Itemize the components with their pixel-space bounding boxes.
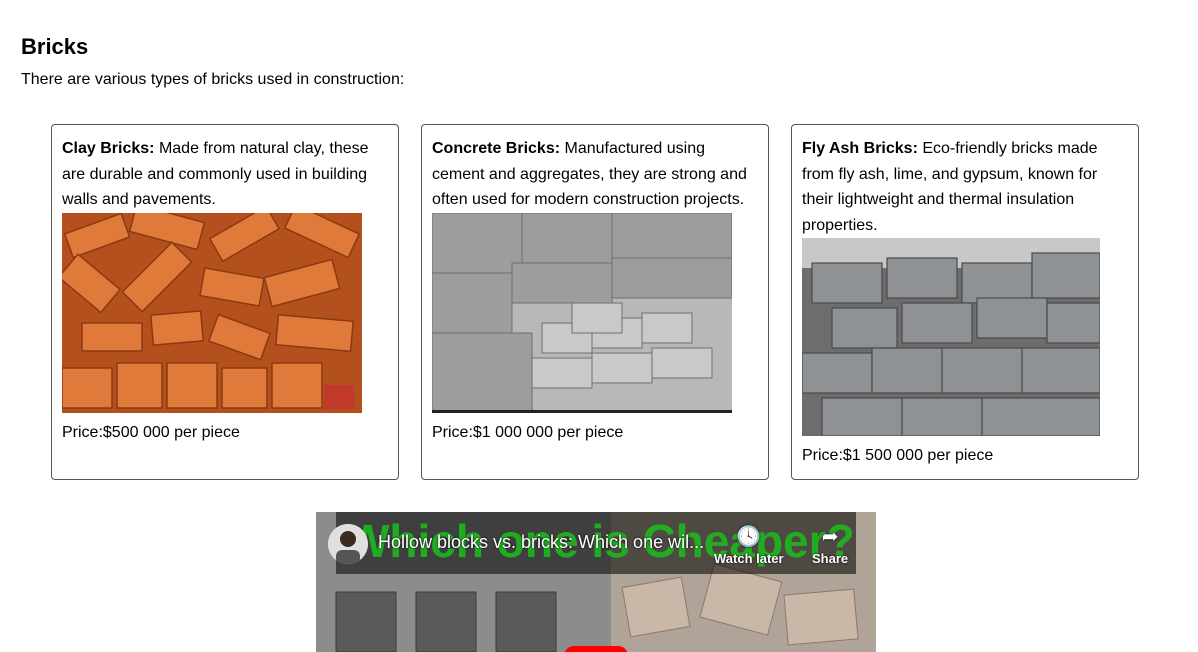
- play-button[interactable]: [564, 646, 628, 652]
- card-price: Price:$500 000 per piece: [62, 423, 240, 441]
- card-clay-bricks: Clay Bricks: Made from natural clay, the…: [51, 124, 399, 480]
- card-fly-ash-bricks: Fly Ash Bricks: Eco-friendly bricks made…: [791, 124, 1139, 480]
- watch-later-label: Watch later: [714, 551, 784, 566]
- card-description: Fly Ash Bricks: Eco-friendly bricks made…: [802, 136, 1128, 238]
- card-name: Fly Ash Bricks:: [802, 140, 918, 157]
- video-title-link[interactable]: Hollow blocks vs. bricks: Which one wil.…: [378, 532, 704, 553]
- concrete-bricks-image: [432, 212, 732, 413]
- watch-later-button[interactable]: 🕓 Watch later: [714, 524, 784, 566]
- clay-bricks-image: [62, 212, 362, 413]
- card-price: Price:$1 500 000 per piece: [802, 447, 994, 464]
- card-name: Concrete Bricks:: [432, 140, 561, 157]
- card-concrete-bricks: Concrete Bricks: Manufactured using ceme…: [421, 124, 769, 480]
- intro-text: There are various types of bricks used i…: [21, 71, 405, 88]
- share-label: Share: [812, 551, 849, 566]
- clock-icon: 🕓: [736, 526, 762, 548]
- channel-avatar[interactable]: [328, 524, 368, 564]
- card-price: Price:$1 000 000 per piece: [432, 423, 624, 441]
- card-name: Clay Bricks:: [62, 140, 155, 157]
- video-top-bar: Hollow blocks vs. bricks: Which one wil.…: [328, 524, 848, 584]
- page-title: Bricks: [21, 34, 89, 59]
- share-button[interactable]: ➦ Share: [812, 524, 848, 566]
- card-description: Concrete Bricks: Manufactured using ceme…: [432, 136, 758, 213]
- card-description: Clay Bricks: Made from natural clay, the…: [62, 136, 388, 213]
- fly-ash-bricks-image: [802, 238, 1100, 436]
- embedded-video[interactable]: Which one is Cheaper? Hollow blocks vs. …: [316, 512, 876, 652]
- share-arrow-icon: ➦: [821, 526, 839, 548]
